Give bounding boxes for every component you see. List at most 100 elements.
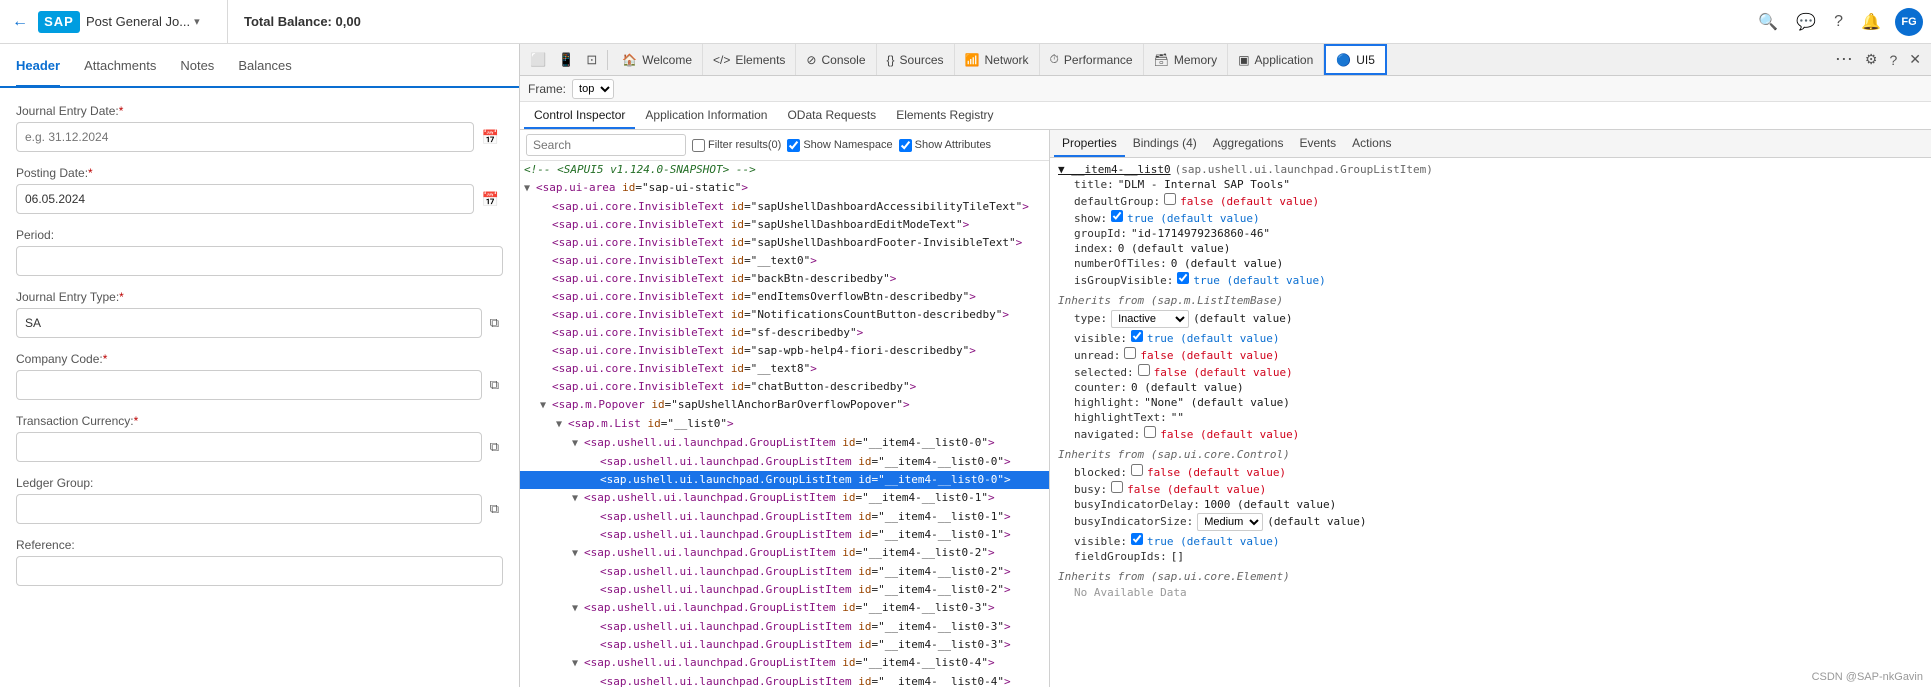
tree-node-list[interactable]: ▼<sap.m.List id="__list0"> <box>520 415 1049 434</box>
tree-node-invisible-3[interactable]: <sap.ui.core.InvisibleText id="sapUshell… <box>520 234 1049 252</box>
copy-icon-company[interactable]: ⧉ <box>486 373 503 397</box>
tree-node-item3-child2[interactable]: <sap.ushell.ui.launchpad.GroupListItem i… <box>520 636 1049 654</box>
tree-node-popover[interactable]: ▼<sap.m.Popover id="sapUshellAnchorBarOv… <box>520 396 1049 415</box>
prop-defaultgroup-checkbox[interactable] <box>1164 193 1176 205</box>
tree-node-item1-child2[interactable]: <sap.ushell.ui.launchpad.GroupListItem i… <box>520 526 1049 544</box>
props-tab-events[interactable]: Events <box>1291 130 1344 157</box>
tab-attachments[interactable]: Attachments <box>84 46 156 87</box>
input-company-code[interactable] <box>16 370 482 400</box>
tree-node-item4-child1[interactable]: <sap.ushell.ui.launchpad.GroupListItem i… <box>520 673 1049 687</box>
selected-item-link[interactable]: ▼ __item4-__list0 <box>1058 163 1171 176</box>
prop-no-data: No Available Data <box>1074 585 1923 600</box>
tab-ui5[interactable]: 🔵 UI5 <box>1324 44 1387 75</box>
tree-node-invisible-10[interactable]: <sap.ui.core.InvisibleText id="__text8"> <box>520 360 1049 378</box>
prop-is-group-visible-checkbox[interactable] <box>1177 272 1189 284</box>
chat-button[interactable]: 💬 <box>1792 8 1820 36</box>
subtab-odata-requests[interactable]: OData Requests <box>777 102 886 129</box>
frame-select[interactable]: top <box>572 79 614 99</box>
dt-icon-dock[interactable]: ⊡ <box>580 52 603 68</box>
dt-close-icon[interactable]: ✕ <box>1903 51 1927 68</box>
tree-node-item0-child2[interactable]: <sap.ushell.ui.launchpad.GroupListItem i… <box>520 471 1049 489</box>
tab-balances[interactable]: Balances <box>238 46 291 87</box>
search-button[interactable]: 🔍 <box>1754 8 1782 36</box>
subtab-control-inspector[interactable]: Control Inspector <box>524 102 635 129</box>
dt-help-icon[interactable]: ? <box>1883 52 1903 68</box>
tree-node-item0-child1[interactable]: <sap.ushell.ui.launchpad.GroupListItem i… <box>520 453 1049 471</box>
show-namespace-checkbox[interactable] <box>787 139 800 152</box>
tree-node-invisible-7[interactable]: <sap.ui.core.InvisibleText id="Notificat… <box>520 306 1049 324</box>
avatar[interactable]: FG <box>1895 8 1923 36</box>
tab-sources[interactable]: {} Sources <box>877 44 955 75</box>
tab-application[interactable]: ▣ Application <box>1228 44 1324 75</box>
input-reference[interactable] <box>16 556 503 586</box>
prop-selected-checkbox[interactable] <box>1138 364 1150 376</box>
calendar-icon[interactable]: 📅 <box>478 125 503 150</box>
tree-node-item2-child2[interactable]: <sap.ushell.ui.launchpad.GroupListItem i… <box>520 581 1049 599</box>
copy-icon-currency[interactable]: ⧉ <box>486 435 503 459</box>
input-journal-entry-type[interactable] <box>16 308 482 338</box>
tree-node-item2-child1[interactable]: <sap.ushell.ui.launchpad.GroupListItem i… <box>520 563 1049 581</box>
back-button[interactable]: ← <box>8 9 32 35</box>
prop-visible2-checkbox[interactable] <box>1131 533 1143 545</box>
input-journal-entry-date[interactable] <box>16 122 474 152</box>
prop-type-select[interactable]: Inactive Active Navigation Detail <box>1111 310 1189 328</box>
calendar-icon-posting[interactable]: 📅 <box>478 187 503 212</box>
subtab-application-info[interactable]: Application Information <box>635 102 777 129</box>
input-posting-date[interactable] <box>16 184 474 214</box>
tree-node-item0-parent[interactable]: ▼<sap.ushell.ui.launchpad.GroupListItem … <box>520 434 1049 453</box>
tree-node-item4-parent[interactable]: ▼<sap.ushell.ui.launchpad.GroupListItem … <box>520 654 1049 673</box>
show-attributes-checkbox[interactable] <box>899 139 912 152</box>
dt-more-icon[interactable]: ⋯ <box>1829 49 1859 70</box>
tab-memory[interactable]: 🗃 Memory <box>1144 44 1229 75</box>
props-tab-properties[interactable]: Properties <box>1054 130 1125 157</box>
tree-node-invisible-11[interactable]: <sap.ui.core.InvisibleText id="chatButto… <box>520 378 1049 396</box>
copy-icon[interactable]: ⧉ <box>486 311 503 335</box>
tab-network[interactable]: 📶 Network <box>955 44 1040 75</box>
tree-node-invisible-2[interactable]: <sap.ui.core.InvisibleText id="sapUshell… <box>520 216 1049 234</box>
input-ledger-group[interactable] <box>16 494 482 524</box>
tab-performance[interactable]: ⏱ Performance <box>1040 44 1144 75</box>
tree-node-item2-parent[interactable]: ▼<sap.ushell.ui.launchpad.GroupListItem … <box>520 544 1049 563</box>
props-tab-aggregations[interactable]: Aggregations <box>1205 130 1292 157</box>
filter-results-checkbox[interactable] <box>692 139 705 152</box>
tab-welcome[interactable]: 🏠 Welcome <box>612 44 703 75</box>
input-transaction-currency[interactable] <box>16 432 482 462</box>
dt-icon-inspect[interactable]: ⬜ <box>524 52 552 68</box>
search-input[interactable] <box>526 134 686 156</box>
tree-node-invisible-1[interactable]: <sap.ui.core.InvisibleText id="sapUshell… <box>520 198 1049 216</box>
subtab-elements-registry[interactable]: Elements Registry <box>886 102 1003 129</box>
tree-node-comment[interactable]: <!-- <SAPUI5 v1.124.0-SNAPSHOT> --> <box>520 161 1049 179</box>
prop-visible-checkbox[interactable] <box>1131 330 1143 342</box>
tree-node-invisible-9[interactable]: <sap.ui.core.InvisibleText id="sap-wpb-h… <box>520 342 1049 360</box>
copy-icon-ledger[interactable]: ⧉ <box>486 497 503 521</box>
input-period[interactable] <box>16 246 503 276</box>
tab-elements[interactable]: </> Elements <box>703 44 796 75</box>
help-button[interactable]: ? <box>1830 9 1847 35</box>
tree-node-invisible-4[interactable]: <sap.ui.core.InvisibleText id="__text0"> <box>520 252 1049 270</box>
tree-node-invisible-6[interactable]: <sap.ui.core.InvisibleText id="endItemsO… <box>520 288 1049 306</box>
tree-node-sap-ui-area[interactable]: ▼<sap.ui-area id="sap-ui-static"> <box>520 179 1049 198</box>
tree-node-item1-child1[interactable]: <sap.ushell.ui.launchpad.GroupListItem i… <box>520 508 1049 526</box>
prop-show-checkbox[interactable] <box>1111 210 1123 222</box>
prop-busy-indicator-size-select[interactable]: Small Medium Large <box>1197 513 1263 531</box>
tree-node-invisible-5[interactable]: <sap.ui.core.InvisibleText id="backBtn-d… <box>520 270 1049 288</box>
prop-unread-checkbox[interactable] <box>1124 347 1136 359</box>
prop-blocked-checkbox[interactable] <box>1131 464 1143 476</box>
tab-console[interactable]: ⊘ Console <box>796 44 876 75</box>
tab-header[interactable]: Header <box>16 46 60 87</box>
dt-icon-device[interactable]: 📱 <box>552 52 580 68</box>
prop-busy-checkbox[interactable] <box>1111 481 1123 493</box>
tab-notes[interactable]: Notes <box>180 46 214 87</box>
prop-navigated-checkbox[interactable] <box>1144 426 1156 438</box>
props-tab-actions[interactable]: Actions <box>1344 130 1399 157</box>
prop-visible2: visible: true (default value) <box>1074 532 1923 549</box>
tree-node-invisible-8[interactable]: <sap.ui.core.InvisibleText id="sf-descri… <box>520 324 1049 342</box>
tree-node-item3-child1[interactable]: <sap.ushell.ui.launchpad.GroupListItem i… <box>520 618 1049 636</box>
tree-node-item3-parent[interactable]: ▼<sap.ushell.ui.launchpad.GroupListItem … <box>520 599 1049 618</box>
tree-node-item1-parent[interactable]: ▼<sap.ushell.ui.launchpad.GroupListItem … <box>520 489 1049 508</box>
filter-results-label: Filter results(0) <box>692 139 781 152</box>
chevron-down-icon[interactable]: ▾ <box>194 15 200 28</box>
dt-settings-icon[interactable]: ⚙ <box>1859 51 1884 68</box>
bell-button[interactable]: 🔔 <box>1857 8 1885 36</box>
props-tab-bindings[interactable]: Bindings (4) <box>1125 130 1205 157</box>
